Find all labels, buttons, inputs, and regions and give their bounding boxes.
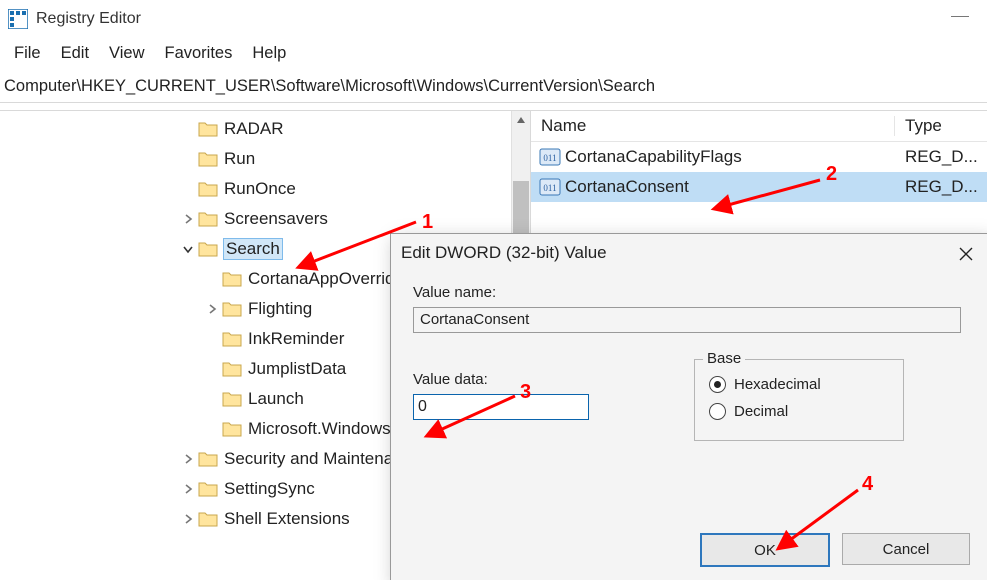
value-name: CortanaCapabilityFlags <box>565 147 897 167</box>
values-header: Name Type <box>531 111 987 142</box>
base-legend: Base <box>703 350 745 367</box>
value-type: REG_D... <box>897 147 987 167</box>
base-fieldset: Base Hexadecimal Decimal <box>694 359 904 441</box>
value-data-label: Value data: <box>413 371 589 388</box>
folder-icon <box>198 181 218 197</box>
dialog-body: Value name: CortanaConsent Value data: B… <box>391 272 987 580</box>
radio-dec-circle <box>709 403 726 420</box>
column-name[interactable]: Name <box>531 116 895 136</box>
svg-text:011: 011 <box>543 153 556 163</box>
dialog-buttons: OK Cancel <box>700 533 970 567</box>
tree-item-screensavers[interactable]: Screensavers <box>180 204 530 234</box>
window-title: Registry Editor <box>36 10 141 28</box>
folder-icon <box>198 121 218 137</box>
folder-icon <box>222 421 242 437</box>
tree-item-label: RunOnce <box>224 179 296 199</box>
tree-item-label: Launch <box>248 389 304 409</box>
chevron-down-icon[interactable] <box>180 242 196 257</box>
folder-icon <box>198 511 218 527</box>
tree-item-label: CortanaAppOverride <box>248 269 404 289</box>
tree-item-label: Run <box>224 149 255 169</box>
value-name: CortanaConsent <box>565 177 897 197</box>
value-row-cortanacapabilityflags[interactable]: 011 CortanaCapabilityFlagsREG_D... <box>531 142 987 172</box>
chevron-right-icon[interactable] <box>204 302 220 317</box>
folder-icon <box>198 151 218 167</box>
dialog-title-bar[interactable]: Edit DWORD (32-bit) Value <box>391 234 987 272</box>
tree-item-label: Microsoft.Windows <box>248 419 391 439</box>
value-name-field: CortanaConsent <box>413 307 961 333</box>
tree-item-runonce[interactable]: RunOnce <box>180 174 530 204</box>
chevron-right-icon[interactable] <box>180 482 196 497</box>
menu-favorites[interactable]: Favorites <box>157 42 241 65</box>
tree-item-label: Search <box>224 239 282 259</box>
dword-icon: 011 <box>539 176 561 198</box>
title-bar: Registry Editor <box>0 0 987 38</box>
cancel-button[interactable]: Cancel <box>842 533 970 565</box>
address-path: Computer\HKEY_CURRENT_USER\Software\Micr… <box>4 77 655 95</box>
menu-view[interactable]: View <box>101 42 152 65</box>
tree-item-label: Screensavers <box>224 209 328 229</box>
column-type[interactable]: Type <box>895 116 987 136</box>
tree-item-radar[interactable]: RADAR <box>180 114 530 144</box>
radio-hexadecimal[interactable]: Hexadecimal <box>709 376 887 393</box>
chevron-right-icon[interactable] <box>180 452 196 467</box>
folder-icon <box>198 211 218 227</box>
regedit-icon <box>8 9 28 29</box>
folder-icon <box>222 301 242 317</box>
dword-icon: 011 <box>539 146 561 168</box>
folder-icon <box>198 451 218 467</box>
values-list[interactable]: 011 CortanaCapabilityFlagsREG_D... 011 Cort… <box>531 142 987 202</box>
edit-dword-dialog: Edit DWORD (32-bit) Value Value name: Co… <box>390 233 987 580</box>
value-data-input[interactable] <box>413 394 589 420</box>
tree-item-label: JumplistData <box>248 359 346 379</box>
chevron-right-icon[interactable] <box>180 212 196 227</box>
value-type: REG_D... <box>897 177 987 197</box>
svg-text:011: 011 <box>543 183 556 193</box>
tree-item-label: Shell Extensions <box>224 509 350 529</box>
ok-button[interactable]: OK <box>700 533 830 567</box>
tree-item-label: InkReminder <box>248 329 344 349</box>
folder-icon <box>222 391 242 407</box>
menu-file[interactable]: File <box>6 42 49 65</box>
tree-item-label: RADAR <box>224 119 284 139</box>
tree-item-run[interactable]: Run <box>180 144 530 174</box>
address-bar[interactable]: Computer\HKEY_CURRENT_USER\Software\Micr… <box>0 73 987 103</box>
radio-decimal[interactable]: Decimal <box>709 403 887 420</box>
dialog-close-button[interactable] <box>954 242 978 266</box>
menu-bar: File Edit View Favorites Help <box>0 38 987 73</box>
folder-icon <box>198 241 218 257</box>
menu-edit[interactable]: Edit <box>53 42 97 65</box>
tree-item-label: Flighting <box>248 299 312 319</box>
radio-dec-label: Decimal <box>734 403 788 420</box>
tree-item-label: SettingSync <box>224 479 315 499</box>
radio-hex-circle <box>709 376 726 393</box>
dialog-title: Edit DWORD (32-bit) Value <box>401 243 607 263</box>
folder-icon <box>222 331 242 347</box>
scroll-up-icon[interactable] <box>512 111 530 129</box>
chevron-right-icon[interactable] <box>180 512 196 527</box>
folder-icon <box>222 271 242 287</box>
folder-icon <box>222 361 242 377</box>
window-minimize-button[interactable] <box>951 16 969 18</box>
menu-help[interactable]: Help <box>244 42 294 65</box>
radio-hex-label: Hexadecimal <box>734 376 821 393</box>
folder-icon <box>198 481 218 497</box>
value-row-cortanaconsent[interactable]: 011 CortanaConsentREG_D... <box>531 172 987 202</box>
value-name-label: Value name: <box>413 284 970 301</box>
